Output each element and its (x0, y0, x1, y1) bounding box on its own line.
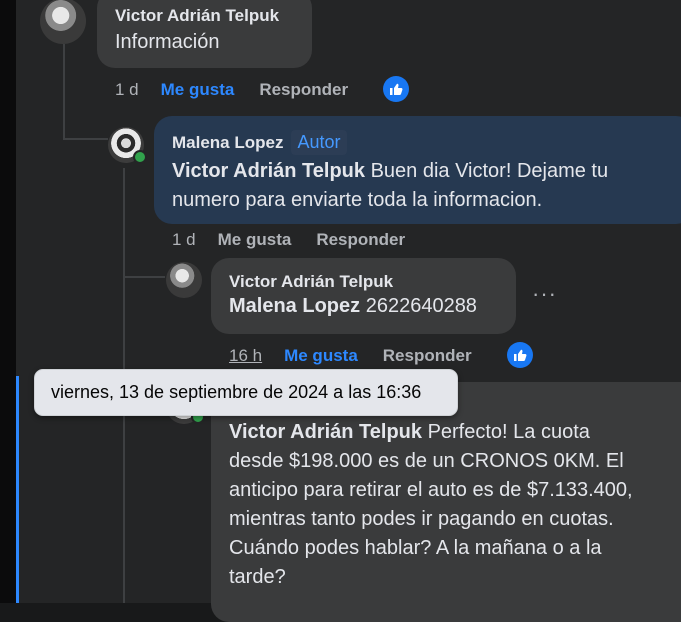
mention-link[interactable]: Malena Lopez (229, 295, 360, 317)
comment-text-line: mientras tanto podes ir pagando en cuota… (229, 508, 614, 530)
comment-text: Malena Lopez 2622640288 (229, 292, 516, 321)
left-edge (0, 0, 16, 603)
comment-text: Victor Adrián Telpuk Perfecto! La cuota … (229, 418, 681, 592)
focus-indicator (16, 376, 19, 603)
avatar[interactable] (166, 262, 202, 298)
reaction-badge[interactable] (507, 342, 533, 368)
comment-text-line: Perfecto! La cuota (427, 421, 590, 443)
like-button[interactable]: Me gusta (161, 80, 235, 100)
comment-actions: 1 d Me gusta Responder (115, 80, 348, 100)
comment-text: Información (115, 31, 220, 53)
timestamp-tooltip: viernes, 13 de septiembre de 2024 a las … (34, 369, 458, 416)
thread-line (63, 138, 108, 140)
reply-button[interactable]: Responder (259, 80, 348, 100)
mention-link[interactable]: Victor Adrián Telpuk (172, 160, 365, 182)
comment-timestamp[interactable]: 16 h (229, 346, 262, 366)
author-badge: Autor (291, 130, 347, 155)
avatar[interactable] (40, 0, 86, 44)
comment-author[interactable]: Malena Lopez (172, 133, 283, 152)
comment-actions: 1 d Me gusta Responder (172, 230, 405, 250)
comment-text-line: 2622640288 (365, 295, 477, 317)
comment-bubble: Victor Adrián Telpuk Información (97, 0, 312, 68)
online-status-icon (133, 150, 147, 164)
comment-timestamp[interactable]: 1 d (115, 80, 139, 100)
mention-link[interactable]: Victor Adrián Telpuk (229, 421, 422, 443)
comment-bubble: Malena Lopez Autor Victor Adrián Telpuk B… (154, 116, 681, 224)
thumbs-up-icon (514, 349, 527, 361)
more-options-icon[interactable]: ··· (532, 281, 557, 307)
like-button[interactable]: Me gusta (218, 230, 292, 250)
like-button[interactable]: Me gusta (284, 346, 358, 366)
comment-text-line: desde $198.000 es de un CRONOS 0KM. El (229, 450, 624, 472)
comment-text-line: Cuándo podes hablar? A la mañana o a la (229, 537, 602, 559)
thread-line (63, 44, 65, 138)
comment-text-line: tarde? (229, 566, 286, 588)
reply-button[interactable]: Responder (316, 230, 405, 250)
reply-button[interactable]: Responder (383, 346, 472, 366)
thumbs-up-icon (390, 83, 403, 95)
comment-bubble: Victor Adrián Telpuk Malena Lopez 262264… (211, 258, 516, 334)
comment-text-line: numero para enviarte toda la informacion… (172, 189, 543, 211)
comment-timestamp[interactable]: 1 d (172, 230, 196, 250)
comment-bubble: Malena Lopez Victor Adrián Telpuk Perfec… (211, 382, 681, 622)
comment-header: Malena Lopez Autor (172, 130, 681, 155)
comment-author[interactable]: Victor Adrián Telpuk (115, 6, 312, 26)
comment-text: Victor Adrián Telpuk Buen dia Victor! De… (172, 157, 681, 215)
comment-text-line: anticipo para retirar el auto es de $7.1… (229, 479, 633, 501)
comment-author[interactable]: Victor Adrián Telpuk (229, 272, 516, 292)
comment-text-line: Buen dia Victor! Dejame tu (370, 160, 609, 182)
thread-line (123, 276, 165, 278)
comment-actions: 16 h Me gusta Responder (229, 346, 472, 366)
reaction-badge[interactable] (383, 76, 409, 102)
